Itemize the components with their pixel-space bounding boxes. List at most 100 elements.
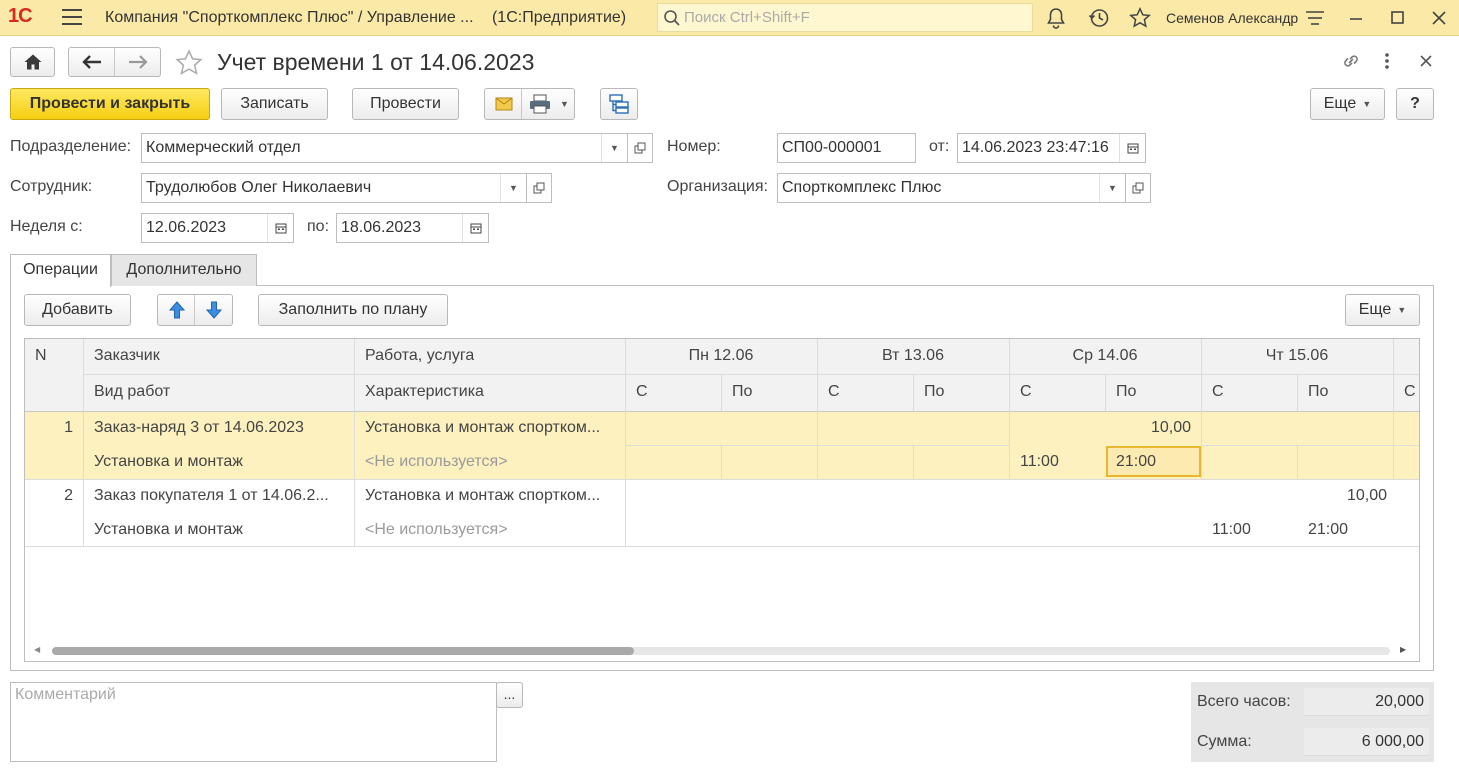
department-open-button[interactable] — [627, 133, 653, 163]
minimize-icon[interactable] — [1344, 6, 1368, 30]
calendar-icon[interactable] — [462, 214, 488, 242]
organization-value: Спорткомплекс Плюс — [782, 179, 942, 196]
row-time-from[interactable]: 11:00 — [1020, 453, 1059, 471]
date-field[interactable]: 14.06.2023 23:47:16 — [957, 133, 1146, 163]
col-header-day[interactable]: Чт 15.06 — [1201, 347, 1393, 365]
col-header-from[interactable]: С — [828, 383, 840, 401]
comment-input[interactable]: Комментарий — [10, 682, 497, 762]
home-icon — [24, 54, 42, 70]
organization-open-button[interactable] — [1125, 173, 1151, 203]
current-user[interactable]: Семенов Александр — [1166, 10, 1298, 26]
week-to-field[interactable]: 18.06.2023 — [336, 213, 489, 243]
post-and-close-button[interactable]: Провести и закрыть — [10, 88, 210, 120]
row-customer[interactable]: Заказ покупателя 1 от 14.06.2... — [94, 487, 349, 505]
row-work-type[interactable]: Установка и монтаж — [94, 453, 349, 471]
arrow-down-icon — [206, 301, 222, 319]
number-value: СП00-000001 — [782, 139, 882, 156]
col-header-work[interactable]: Работа, услуга — [365, 347, 474, 365]
department-dropdown-icon[interactable]: ▼ — [601, 134, 627, 162]
notifications-bell-icon[interactable] — [1044, 6, 1068, 30]
row-time-to[interactable]: 21:00 — [1308, 521, 1348, 539]
row-work-type[interactable]: Установка и монтаж — [94, 521, 349, 539]
row-number: 1 — [64, 419, 73, 436]
forward-button[interactable] — [115, 48, 161, 76]
home-button[interactable] — [10, 47, 55, 77]
row-characteristic[interactable]: <Не используется> — [365, 453, 620, 471]
open-icon — [1132, 182, 1144, 194]
col-header-from[interactable]: С — [1020, 383, 1032, 401]
save-button[interactable]: Записать — [221, 88, 328, 120]
department-label: Подразделение: — [10, 138, 132, 155]
close-form-icon[interactable] — [1419, 54, 1433, 68]
row-characteristic[interactable]: <Не используется> — [365, 521, 620, 539]
employee-field[interactable]: Трудолюбов Олег Николаевич ▼ — [141, 173, 527, 203]
col-header-characteristic[interactable]: Характеристика — [365, 383, 484, 401]
print-dropdown-icon: ▼ — [560, 99, 569, 109]
fill-by-plan-button[interactable]: Заполнить по плану — [258, 294, 448, 326]
back-button[interactable] — [69, 48, 115, 76]
grid-more-button[interactable]: Еще ▼ — [1345, 294, 1420, 326]
close-window-icon[interactable] — [1427, 6, 1451, 30]
settings-menu-icon[interactable] — [1303, 6, 1327, 30]
tab-operations[interactable]: Операции — [10, 254, 111, 287]
tab-additional[interactable]: Дополнительно — [111, 254, 257, 286]
operations-table[interactable]: N Заказчик Работа, услуга Вид работ Хара… — [24, 338, 1420, 662]
scroll-thumb[interactable] — [52, 647, 634, 655]
structure-button[interactable] — [600, 88, 638, 120]
col-header-customer[interactable]: Заказчик — [94, 347, 160, 365]
row-hours[interactable]: 10,00 — [1009, 419, 1191, 437]
col-header-from[interactable]: С — [1212, 383, 1224, 401]
employee-open-button[interactable] — [526, 173, 552, 203]
envelope-icon — [495, 97, 513, 111]
col-header-day[interactable]: Пн 12.06 — [625, 347, 817, 365]
global-search-input[interactable]: Поиск Ctrl+Shift+F — [657, 3, 1033, 32]
col-header-work-type[interactable]: Вид работ — [94, 383, 170, 401]
col-header-from[interactable]: С — [636, 383, 648, 401]
row-time-to[interactable]: 21:00 — [1116, 453, 1156, 471]
row-work[interactable]: Установка и монтаж спортком... — [365, 419, 620, 437]
favorite-star-icon[interactable] — [174, 48, 204, 78]
col-header-n[interactable]: N — [35, 347, 47, 365]
row-hours[interactable]: 10,00 — [1201, 487, 1387, 505]
col-header-to[interactable]: По — [732, 383, 752, 401]
row-time-from[interactable]: 11:00 — [1212, 521, 1251, 539]
week-from-field[interactable]: 12.06.2023 — [141, 213, 294, 243]
row-customer[interactable]: Заказ-наряд 3 от 14.06.2023 — [94, 419, 349, 437]
calendar-icon[interactable] — [267, 214, 293, 242]
post-button[interactable]: Провести — [352, 88, 459, 120]
col-header-to[interactable]: По — [1308, 383, 1328, 401]
more-button[interactable]: Еще ▼ — [1310, 88, 1385, 120]
more-actions-icon[interactable] — [1383, 50, 1391, 72]
col-header-day[interactable]: Вт 13.06 — [817, 347, 1009, 365]
add-row-button[interactable]: Добавить — [24, 294, 131, 326]
scroll-right-icon[interactable]: ▶ — [1400, 645, 1406, 654]
employee-dropdown-icon[interactable]: ▼ — [500, 174, 526, 202]
date-label: от: — [929, 138, 950, 155]
organization-label: Организация: — [667, 178, 768, 195]
maximize-icon[interactable] — [1386, 6, 1410, 30]
horizontal-scrollbar[interactable]: ◀ ▶ — [34, 645, 1410, 657]
col-header-to[interactable]: По — [1116, 383, 1136, 401]
col-header-day[interactable]: Ср 14.06 — [1009, 347, 1201, 365]
print-button[interactable]: ▼ — [522, 89, 575, 119]
help-button[interactable]: ? — [1396, 88, 1434, 120]
calendar-icon[interactable] — [1119, 134, 1145, 162]
move-down-button[interactable] — [195, 295, 233, 325]
comment-expand-button[interactable]: ... — [496, 682, 523, 708]
row-work[interactable]: Установка и монтаж спортком... — [365, 487, 620, 505]
open-icon — [634, 142, 646, 154]
number-field[interactable]: СП00-000001 — [777, 133, 916, 163]
search-placeholder: Поиск Ctrl+Shift+F — [684, 9, 810, 26]
main-menu-icon[interactable] — [62, 9, 82, 27]
department-field[interactable]: Коммерческий отдел ▼ — [141, 133, 628, 163]
history-icon[interactable] — [1087, 6, 1111, 30]
send-email-button[interactable] — [485, 89, 522, 119]
link-icon[interactable] — [1340, 50, 1362, 72]
organization-field[interactable]: Спорткомплекс Плюс ▼ — [777, 173, 1126, 203]
col-header-from[interactable]: С — [1404, 383, 1416, 401]
favorites-star-icon[interactable] — [1128, 6, 1152, 30]
move-up-button[interactable] — [158, 295, 195, 325]
organization-dropdown-icon[interactable]: ▼ — [1099, 174, 1125, 202]
col-header-to[interactable]: По — [924, 383, 944, 401]
scroll-left-icon[interactable]: ◀ — [34, 645, 40, 654]
